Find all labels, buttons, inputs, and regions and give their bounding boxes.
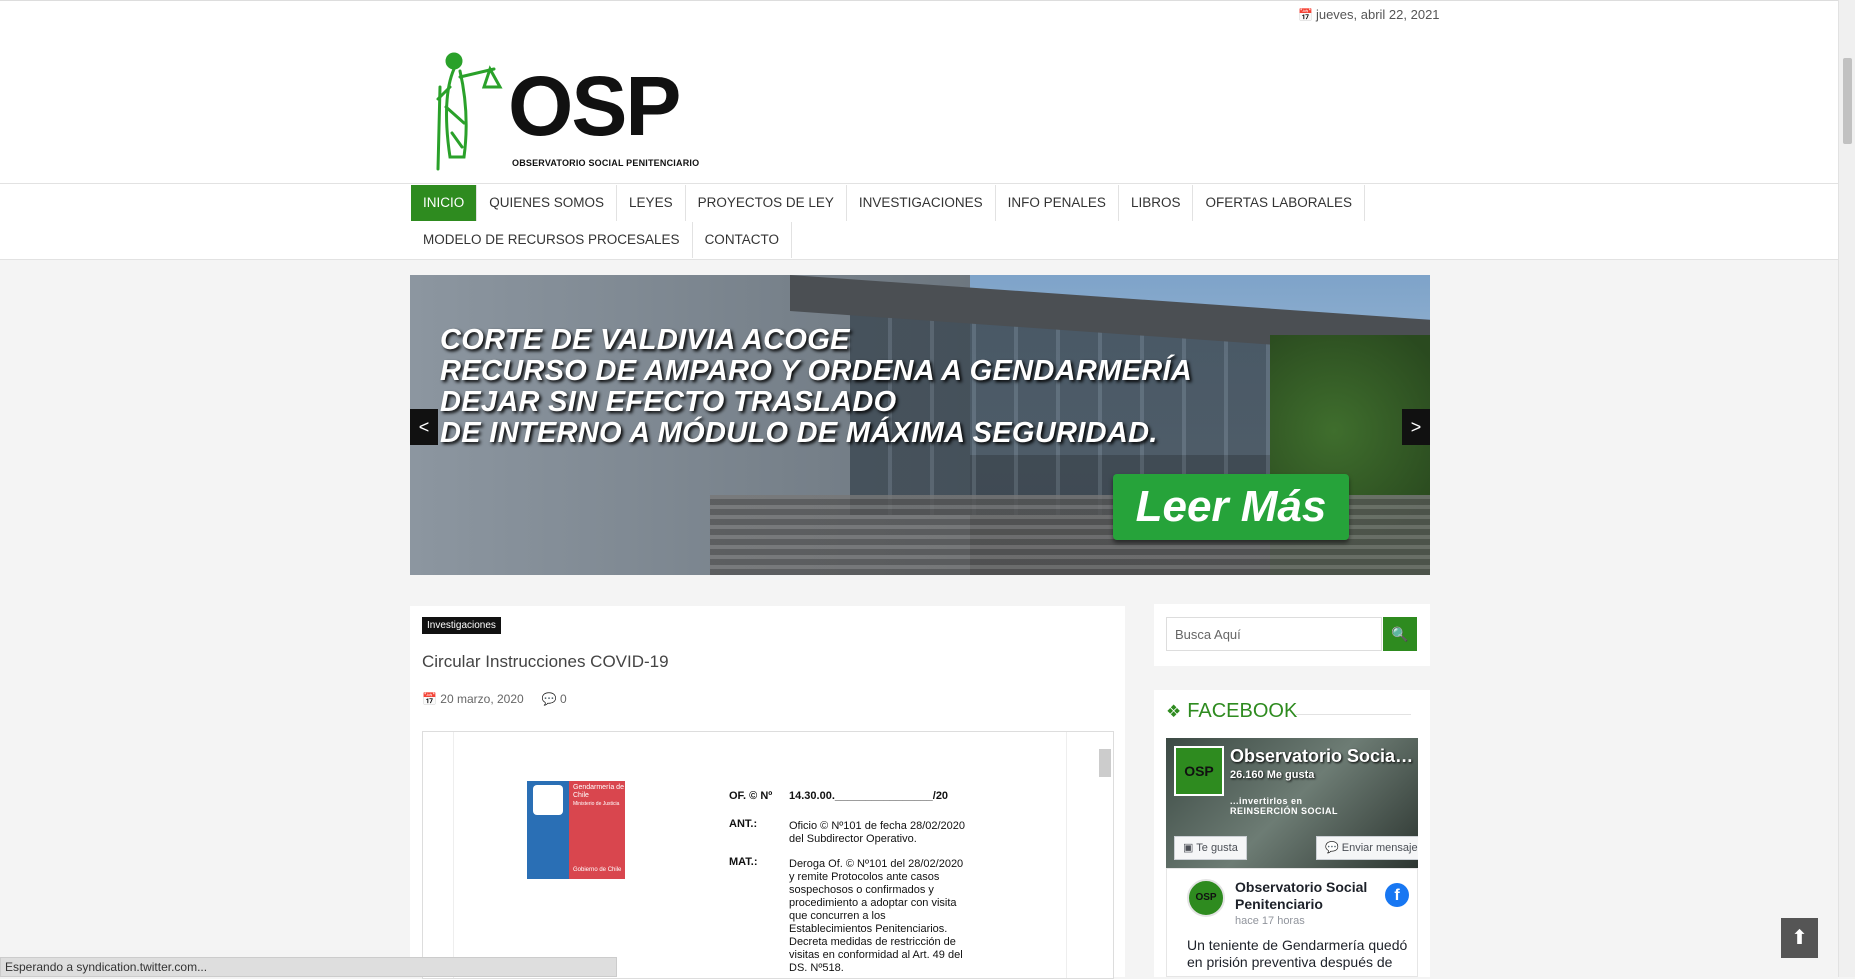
diamond-arrows-icon: ❖ bbox=[1166, 701, 1182, 721]
mat-text: Deroga Of. © Nº101 del 28/02/2020 y remi… bbox=[789, 858, 964, 974]
cover-banner: ...invertirlos en REINSERCIÓN SOCIAL bbox=[1230, 796, 1339, 816]
search-widget: 🔍 bbox=[1154, 604, 1430, 666]
post-title[interactable]: Circular Instrucciones COVID-19 bbox=[422, 652, 669, 672]
slider-prev-button[interactable]: < bbox=[410, 409, 438, 445]
facebook-cover[interactable]: OSP Observatorio Social... 26.160 Me gus… bbox=[1166, 738, 1418, 868]
nav-row-1: INICIO QUIENES SOMOS LEYES PROYECTOS DE … bbox=[411, 185, 1366, 221]
site-logo[interactable]: OSP OBSERVATORIO SOCIAL PENITENCIARIO bbox=[424, 47, 699, 173]
read-more-button[interactable]: Leer Más bbox=[1113, 474, 1349, 540]
logo-text: OSP bbox=[508, 59, 681, 153]
gendarmeria-logo: Gendarmería de Chile Ministerio de Justic… bbox=[527, 781, 625, 879]
nav-item-contacto[interactable]: CONTACTO bbox=[693, 222, 793, 258]
embedded-document[interactable]: Gendarmería de Chile Ministerio de Justic… bbox=[422, 731, 1114, 979]
hero-slider[interactable]: CORTE DE VALDIVIA ACOGE RECURSO DE AMPAR… bbox=[410, 275, 1430, 575]
nav-item-inicio[interactable]: INICIO bbox=[411, 185, 478, 221]
of-value: 14.30.00.________________/20 bbox=[789, 790, 949, 802]
facebook-likes: 26.160 Me gusta bbox=[1230, 769, 1315, 781]
slide-headline-line: DE INTERNO A MÓDULO DE MÁXIMA SEGURIDAD. bbox=[440, 417, 1158, 449]
comments-icon: 💬 bbox=[541, 692, 557, 706]
facebook-message-button[interactable]: 💬 Enviar mensaje bbox=[1316, 836, 1418, 860]
nav-item-ofertas-laborales[interactable]: OFERTAS LABORALES bbox=[1193, 185, 1366, 221]
facebook-post-text: Un teniente de Gendarmería quedó en pris… bbox=[1187, 937, 1408, 970]
site-header: OSP OBSERVATORIO SOCIAL PENITENCIARIO bbox=[0, 33, 1838, 183]
search-button[interactable]: 🔍 bbox=[1383, 617, 1417, 651]
current-date: 📅 jueves, abril 22, 2021 bbox=[1298, 7, 1440, 22]
slide-headline-line: DEJAR SIN EFECTO TRASLADO bbox=[440, 386, 897, 418]
justice-statue-icon bbox=[436, 52, 503, 171]
heading-divider bbox=[1296, 714, 1411, 715]
calendar-icon: 📅 bbox=[1298, 8, 1313, 22]
main-nav: INICIO QUIENES SOMOS LEYES PROYECTOS DE … bbox=[0, 183, 1838, 260]
document-scroll-thumb[interactable] bbox=[1099, 749, 1111, 777]
nav-row-2: MODELO DE RECURSOS PROCESALES CONTACTO bbox=[411, 222, 793, 258]
browser-status-bar: Esperando a syndication.twitter.com... bbox=[0, 957, 617, 977]
nav-item-info-penales[interactable]: INFO PENALES bbox=[996, 185, 1119, 221]
slide-headline: CORTE DE VALDIVIA ACOGE RECURSO DE AMPAR… bbox=[440, 325, 1192, 449]
post-date: 📅 20 marzo, 2020 bbox=[422, 692, 524, 706]
of-label: OF. © Nº bbox=[729, 790, 773, 802]
post-card: Investigaciones Circular Instrucciones C… bbox=[410, 606, 1125, 979]
facebook-icon: ▣ bbox=[1183, 842, 1194, 854]
page-scrollbar[interactable] bbox=[1838, 0, 1855, 977]
document-gutter bbox=[423, 732, 454, 978]
slide-headline-line: RECURSO DE AMPARO Y ORDENA A GENDARMERÍA bbox=[440, 355, 1193, 387]
facebook-post[interactable]: OSP Observatorio Social Penitenciario ha… bbox=[1166, 868, 1418, 977]
top-bar: 📅 jueves, abril 22, 2021 bbox=[0, 0, 1838, 34]
org-title: Gendarmería de Chile Ministerio de Justic… bbox=[573, 784, 624, 807]
chile-crest-icon bbox=[533, 785, 563, 815]
logo-subtitle: OBSERVATORIO SOCIAL PENITENCIARIO bbox=[512, 158, 700, 168]
category-badge[interactable]: Investigaciones bbox=[422, 617, 501, 634]
ant-text: Oficio © Nº101 de fecha 28/02/2020 del S… bbox=[789, 820, 966, 845]
nav-item-investigaciones[interactable]: INVESTIGACIONES bbox=[847, 185, 996, 221]
facebook-icon[interactable]: f bbox=[1385, 883, 1409, 907]
facebook-widget: ❖ FACEBOOK OSP Observatorio Social... 26… bbox=[1154, 690, 1430, 977]
facebook-page-name[interactable]: Observatorio Social... bbox=[1230, 746, 1414, 767]
post-meta: 📅 20 marzo, 2020 💬 0 bbox=[422, 692, 567, 706]
page-scroll-thumb[interactable] bbox=[1843, 58, 1852, 144]
nav-item-libros[interactable]: LIBROS bbox=[1119, 185, 1194, 221]
avatar[interactable]: OSP bbox=[1187, 879, 1225, 917]
scroll-to-top-button[interactable]: ⬆ bbox=[1781, 918, 1818, 958]
facebook-heading: ❖ FACEBOOK bbox=[1166, 700, 1298, 722]
facebook-post-time[interactable]: hace 17 horas bbox=[1235, 915, 1305, 927]
slider-next-button[interactable]: > bbox=[1402, 409, 1430, 445]
nav-item-modelo-de-recursos-procesales[interactable]: MODELO DE RECURSOS PROCESALES bbox=[411, 222, 693, 258]
facebook-like-button[interactable]: ▣ Te gusta bbox=[1174, 836, 1247, 860]
facebook-post-author[interactable]: Observatorio Social Penitenciario bbox=[1235, 879, 1385, 913]
post-comments[interactable]: 💬 0 bbox=[542, 692, 567, 706]
nav-item-proyectos-de-ley[interactable]: PROYECTOS DE LEY bbox=[686, 185, 847, 221]
org-footer: Gobierno de Chile bbox=[573, 867, 622, 873]
calendar-icon: 📅 bbox=[422, 692, 437, 706]
document-scrollbar[interactable] bbox=[1066, 732, 1113, 978]
ant-label: ANT.: bbox=[729, 818, 758, 830]
nav-item-leyes[interactable]: LEYES bbox=[617, 185, 686, 221]
search-input[interactable] bbox=[1166, 617, 1382, 651]
mat-label: MAT.: bbox=[729, 856, 758, 868]
nav-item-quienes-somos[interactable]: QUIENES SOMOS bbox=[477, 185, 618, 221]
search-icon: 🔍 bbox=[1391, 626, 1409, 642]
slide-headline-line: CORTE DE VALDIVIA ACOGE bbox=[440, 324, 850, 356]
facebook-page-picture[interactable]: OSP bbox=[1174, 746, 1224, 796]
message-icon: 💬 bbox=[1325, 842, 1339, 854]
arrow-up-icon: ⬆ bbox=[1791, 927, 1808, 949]
